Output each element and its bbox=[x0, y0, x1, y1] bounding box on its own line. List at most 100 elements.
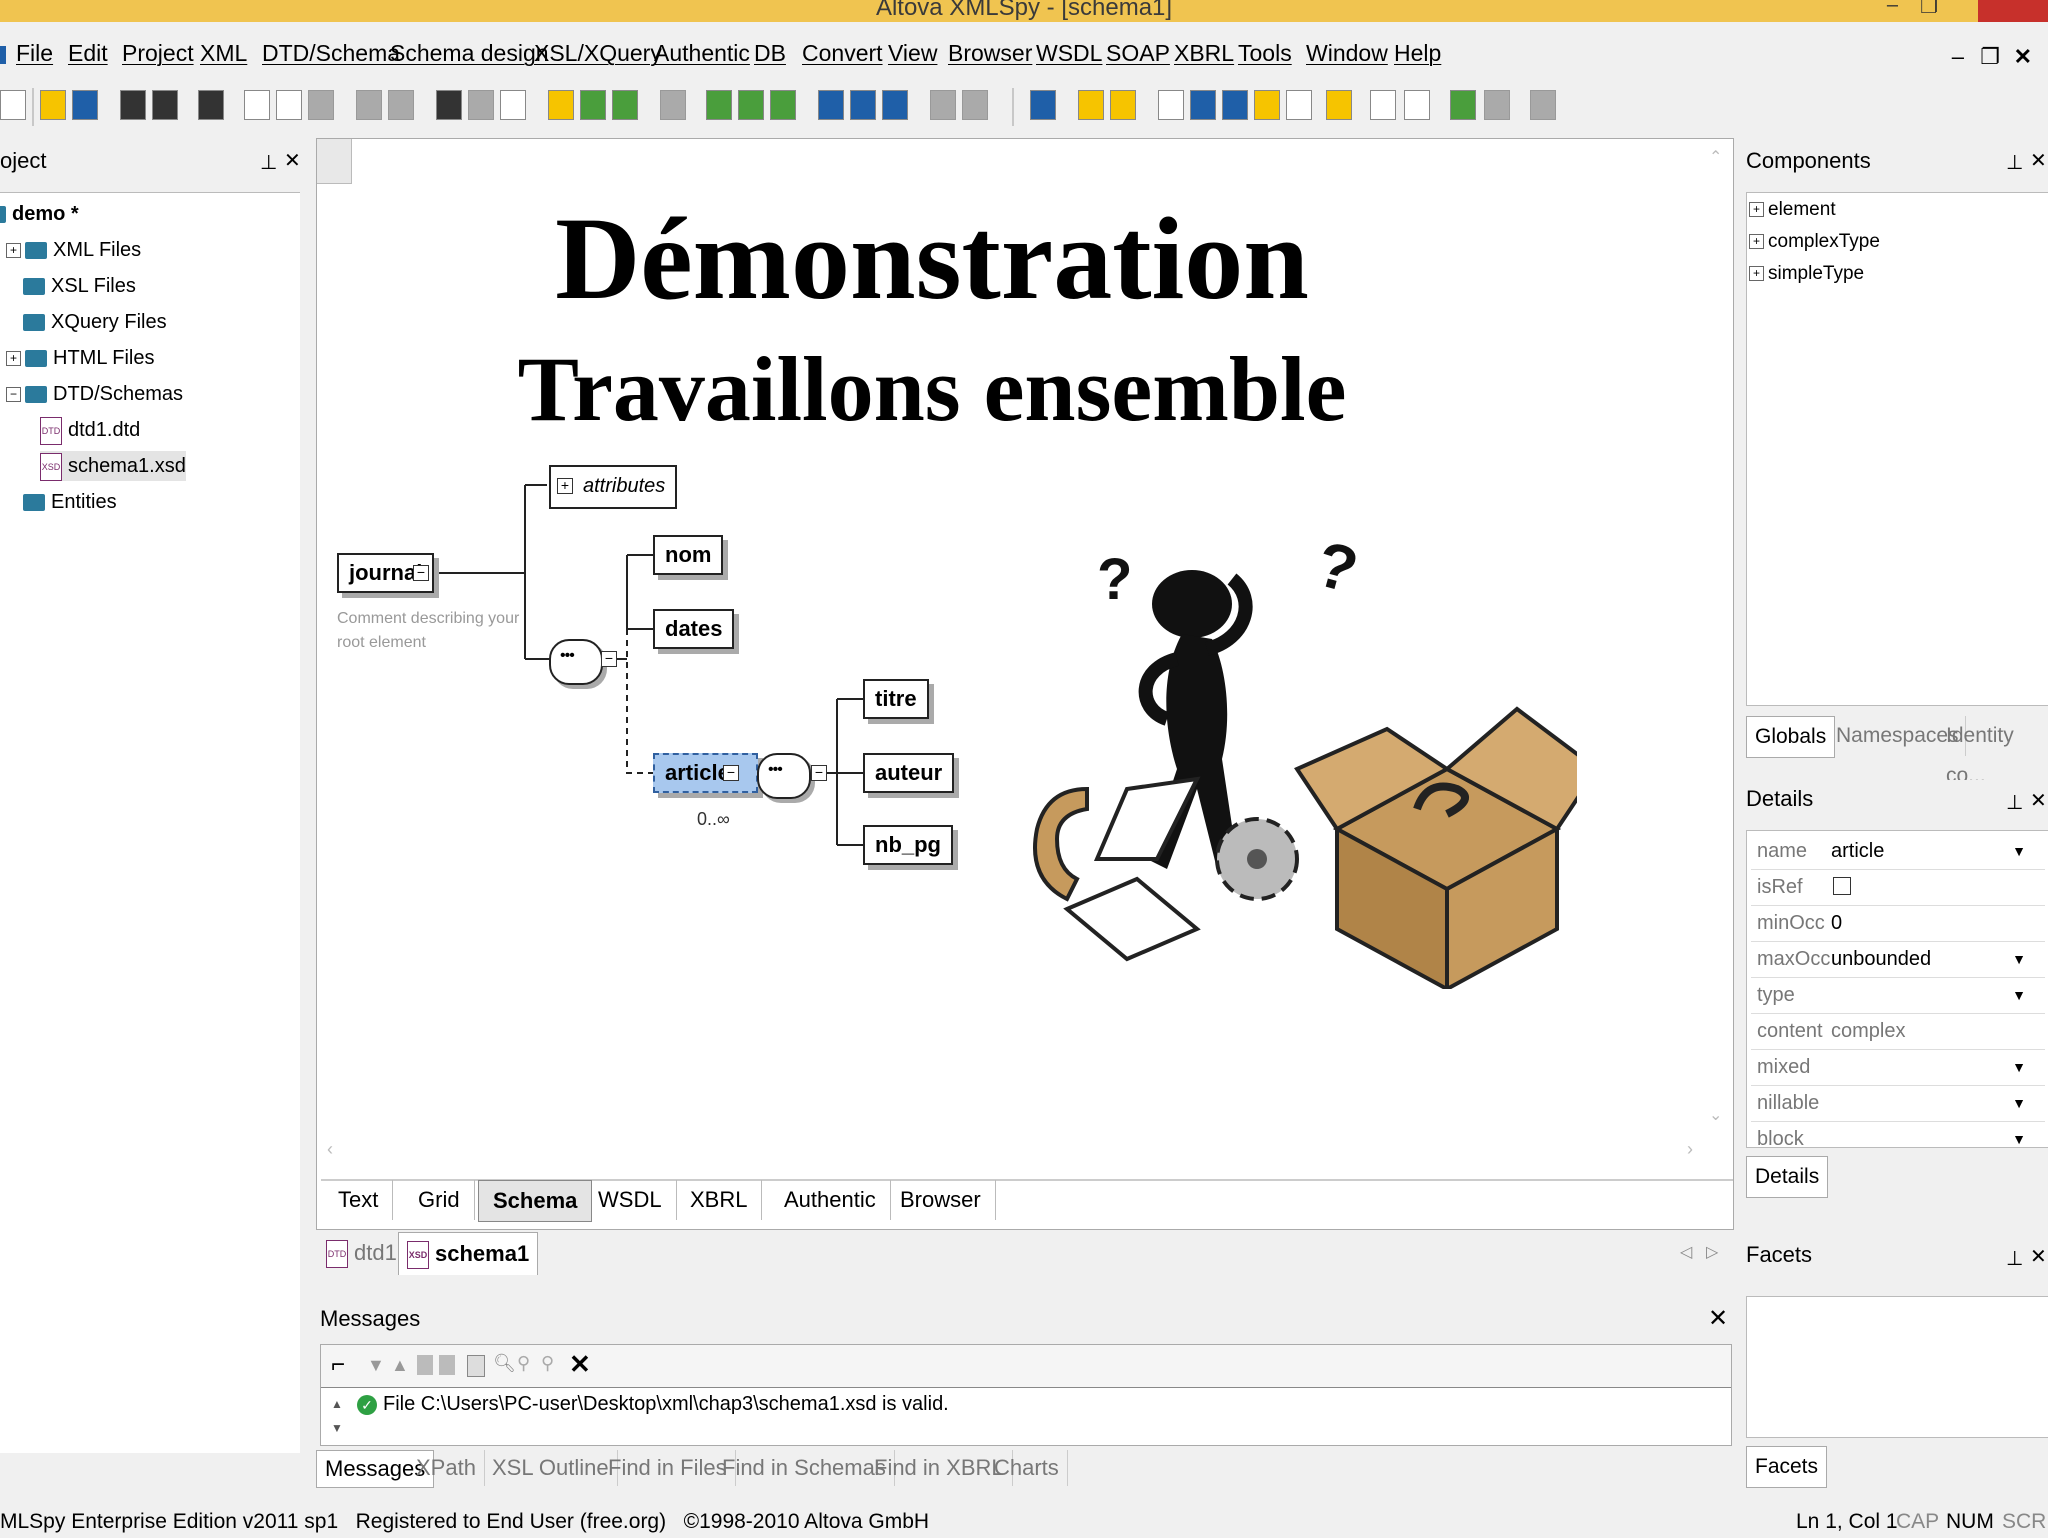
spellcheck-icon[interactable] bbox=[660, 90, 686, 120]
menu-browser[interactable]: Browser bbox=[948, 40, 1032, 67]
find-next-message-icon[interactable]: ⚲ bbox=[517, 1353, 530, 1374]
detail-row-block[interactable]: block ▼ bbox=[1751, 1121, 2045, 1147]
find-message-icon[interactable]: 🔍︎ bbox=[493, 1353, 516, 1374]
collapse-icon[interactable]: − bbox=[6, 387, 21, 403]
find-prev-message-icon[interactable]: ⚲ bbox=[541, 1353, 554, 1374]
menu-project[interactable]: Project bbox=[122, 40, 194, 67]
xsl-transform-icon[interactable] bbox=[706, 90, 732, 120]
menu-wsdl[interactable]: WSDL bbox=[1036, 40, 1102, 67]
sequence-compositor[interactable] bbox=[549, 639, 603, 685]
xbrl-icon[interactable] bbox=[1530, 90, 1556, 120]
tab-details[interactable]: Details bbox=[1746, 1156, 1829, 1198]
idc-icon[interactable] bbox=[1286, 90, 1312, 120]
schema-node-nom[interactable]: nom bbox=[653, 535, 724, 575]
mdi-restore-icon[interactable]: ❐ bbox=[1980, 44, 2000, 70]
menu-dtd-schema[interactable]: DTD/Schema bbox=[262, 40, 400, 67]
menu-view[interactable]: View bbox=[888, 40, 937, 67]
schema-config-icon[interactable] bbox=[1030, 90, 1056, 120]
db-icon[interactable] bbox=[882, 90, 908, 120]
minimize-button[interactable]: ‒ bbox=[1887, 0, 1898, 17]
back-arrow-icon[interactable] bbox=[1370, 90, 1396, 120]
undo-icon[interactable] bbox=[356, 90, 382, 120]
schema-node-dates[interactable]: dates bbox=[653, 609, 735, 649]
tree-item-entities[interactable]: Entities bbox=[23, 487, 117, 517]
detail-row-content[interactable]: content complex bbox=[1751, 1013, 2045, 1050]
paste-icon[interactable] bbox=[308, 90, 334, 120]
attributes-box[interactable]: + attributes bbox=[549, 465, 678, 509]
schema-node-titre[interactable]: titre bbox=[863, 679, 929, 719]
dropdown-icon[interactable]: ▼ bbox=[2009, 841, 2029, 861]
scroll-down-icon[interactable]: ▼ bbox=[331, 1421, 343, 1435]
tab-charts[interactable]: Charts bbox=[986, 1450, 1068, 1486]
component-copy-icon[interactable] bbox=[1110, 90, 1136, 120]
menu-schema-design[interactable]: Schema design bbox=[390, 40, 549, 67]
check-well-formed-icon[interactable] bbox=[548, 90, 574, 120]
component-icon[interactable] bbox=[1078, 90, 1104, 120]
scroll-up-icon[interactable]: ⌃ bbox=[1709, 147, 1722, 167]
schema-node-nb-pg[interactable]: nb_pg bbox=[863, 825, 953, 865]
expand-icon[interactable]: + bbox=[1749, 266, 1764, 282]
wsdl-icon[interactable] bbox=[1450, 90, 1476, 120]
tree-item-html-files[interactable]: + HTML Files bbox=[6, 343, 154, 373]
restore-button[interactable]: ❐ bbox=[1920, 0, 1938, 19]
tree-item-xsl-files[interactable]: XSL Files bbox=[23, 271, 136, 301]
mdi-close-icon[interactable]: ✕ bbox=[2014, 44, 2032, 70]
component-element[interactable]: + element bbox=[1749, 195, 1836, 225]
tree-item-xquery-files[interactable]: XQuery Files bbox=[23, 307, 167, 337]
file-icon[interactable] bbox=[962, 90, 988, 120]
print-icon[interactable] bbox=[198, 90, 224, 120]
collapse-icon[interactable]: − bbox=[601, 651, 617, 667]
expand-icon[interactable]: + bbox=[557, 478, 573, 494]
scroll-right-icon[interactable]: › bbox=[1687, 1139, 1693, 1160]
dtd-schema-icon[interactable] bbox=[612, 90, 638, 120]
forward-arrow-icon[interactable] bbox=[1404, 90, 1430, 120]
scroll-up-icon[interactable]: ▲ bbox=[331, 1397, 343, 1411]
pin-icon[interactable]: ⊥ bbox=[2006, 790, 2023, 815]
sequence-compositor[interactable] bbox=[757, 753, 811, 799]
copy-all-icon[interactable] bbox=[439, 1355, 455, 1375]
dropdown-icon[interactable]: ▼ bbox=[2009, 1129, 2029, 1147]
component-complextype[interactable]: + complexType bbox=[1749, 227, 1880, 257]
res-icon[interactable] bbox=[1254, 90, 1280, 120]
mdi-minimize-icon[interactable]: ‒ bbox=[1952, 44, 1964, 70]
component-simpletype[interactable]: + simpleType bbox=[1749, 259, 1864, 289]
pin-icon[interactable]: ⊥ bbox=[2006, 150, 2023, 175]
detail-row-minocc[interactable]: minOcc 0 bbox=[1751, 905, 2045, 942]
redo-icon[interactable] bbox=[388, 90, 414, 120]
show-attributes-icon[interactable] bbox=[1190, 90, 1216, 120]
menu-edit[interactable]: Edit bbox=[68, 40, 108, 67]
collapse-icon[interactable]: − bbox=[723, 765, 739, 781]
show-cd-icon[interactable] bbox=[1222, 90, 1248, 120]
detail-row-maxocc[interactable]: maxOcc unbounded ▼ bbox=[1751, 941, 2045, 978]
find-next-icon[interactable] bbox=[468, 90, 494, 120]
doc-tab-schema1[interactable]: XSD schema1 bbox=[398, 1232, 539, 1275]
tab-wsdl[interactable]: WSDL bbox=[584, 1180, 677, 1220]
tab-scroll-left-icon[interactable]: ◁ bbox=[1680, 1242, 1692, 1262]
menu-authentic[interactable]: Authentic bbox=[654, 40, 750, 67]
menu-db[interactable]: DB bbox=[754, 40, 786, 67]
tab-text[interactable]: Text bbox=[324, 1180, 394, 1220]
layout-icon[interactable] bbox=[818, 90, 844, 120]
tab-xsl-outline[interactable]: XSL Outline bbox=[484, 1450, 618, 1486]
copy-message-icon[interactable] bbox=[417, 1355, 433, 1375]
menu-tools[interactable]: Tools bbox=[1238, 40, 1292, 67]
dropdown-icon[interactable]: ▼ bbox=[2009, 1093, 2029, 1113]
menu-help[interactable]: Help bbox=[1394, 40, 1441, 67]
tree-item-dtd1[interactable]: DTD dtd1.dtd bbox=[40, 415, 140, 445]
detail-row-type[interactable]: type ▼ bbox=[1751, 977, 2045, 1014]
dropdown-icon[interactable]: ▼ bbox=[2009, 949, 2029, 969]
scroll-left-icon[interactable]: ‹ bbox=[327, 1139, 333, 1160]
tab-xbrl[interactable]: XBRL bbox=[676, 1180, 763, 1220]
tree-item-xml-files[interactable]: + XML Files bbox=[6, 235, 141, 265]
pin-icon[interactable]: ⊥ bbox=[2006, 1246, 2023, 1271]
copy-icon[interactable] bbox=[276, 90, 302, 120]
close-panel-icon[interactable]: ✕ bbox=[2030, 788, 2047, 813]
tab-facets[interactable]: Facets bbox=[1746, 1446, 1828, 1488]
new-file-icon[interactable] bbox=[0, 90, 26, 120]
project-root[interactable]: demo * bbox=[0, 199, 79, 229]
dropdown-icon[interactable]: ▼ bbox=[2009, 1057, 2029, 1077]
menu-convert[interactable]: Convert bbox=[802, 40, 883, 67]
tree-item-schema1[interactable]: XSD schema1.xsd bbox=[40, 451, 186, 481]
warning-icon[interactable] bbox=[1326, 90, 1352, 120]
next-message-icon[interactable]: ▼ bbox=[367, 1355, 385, 1376]
